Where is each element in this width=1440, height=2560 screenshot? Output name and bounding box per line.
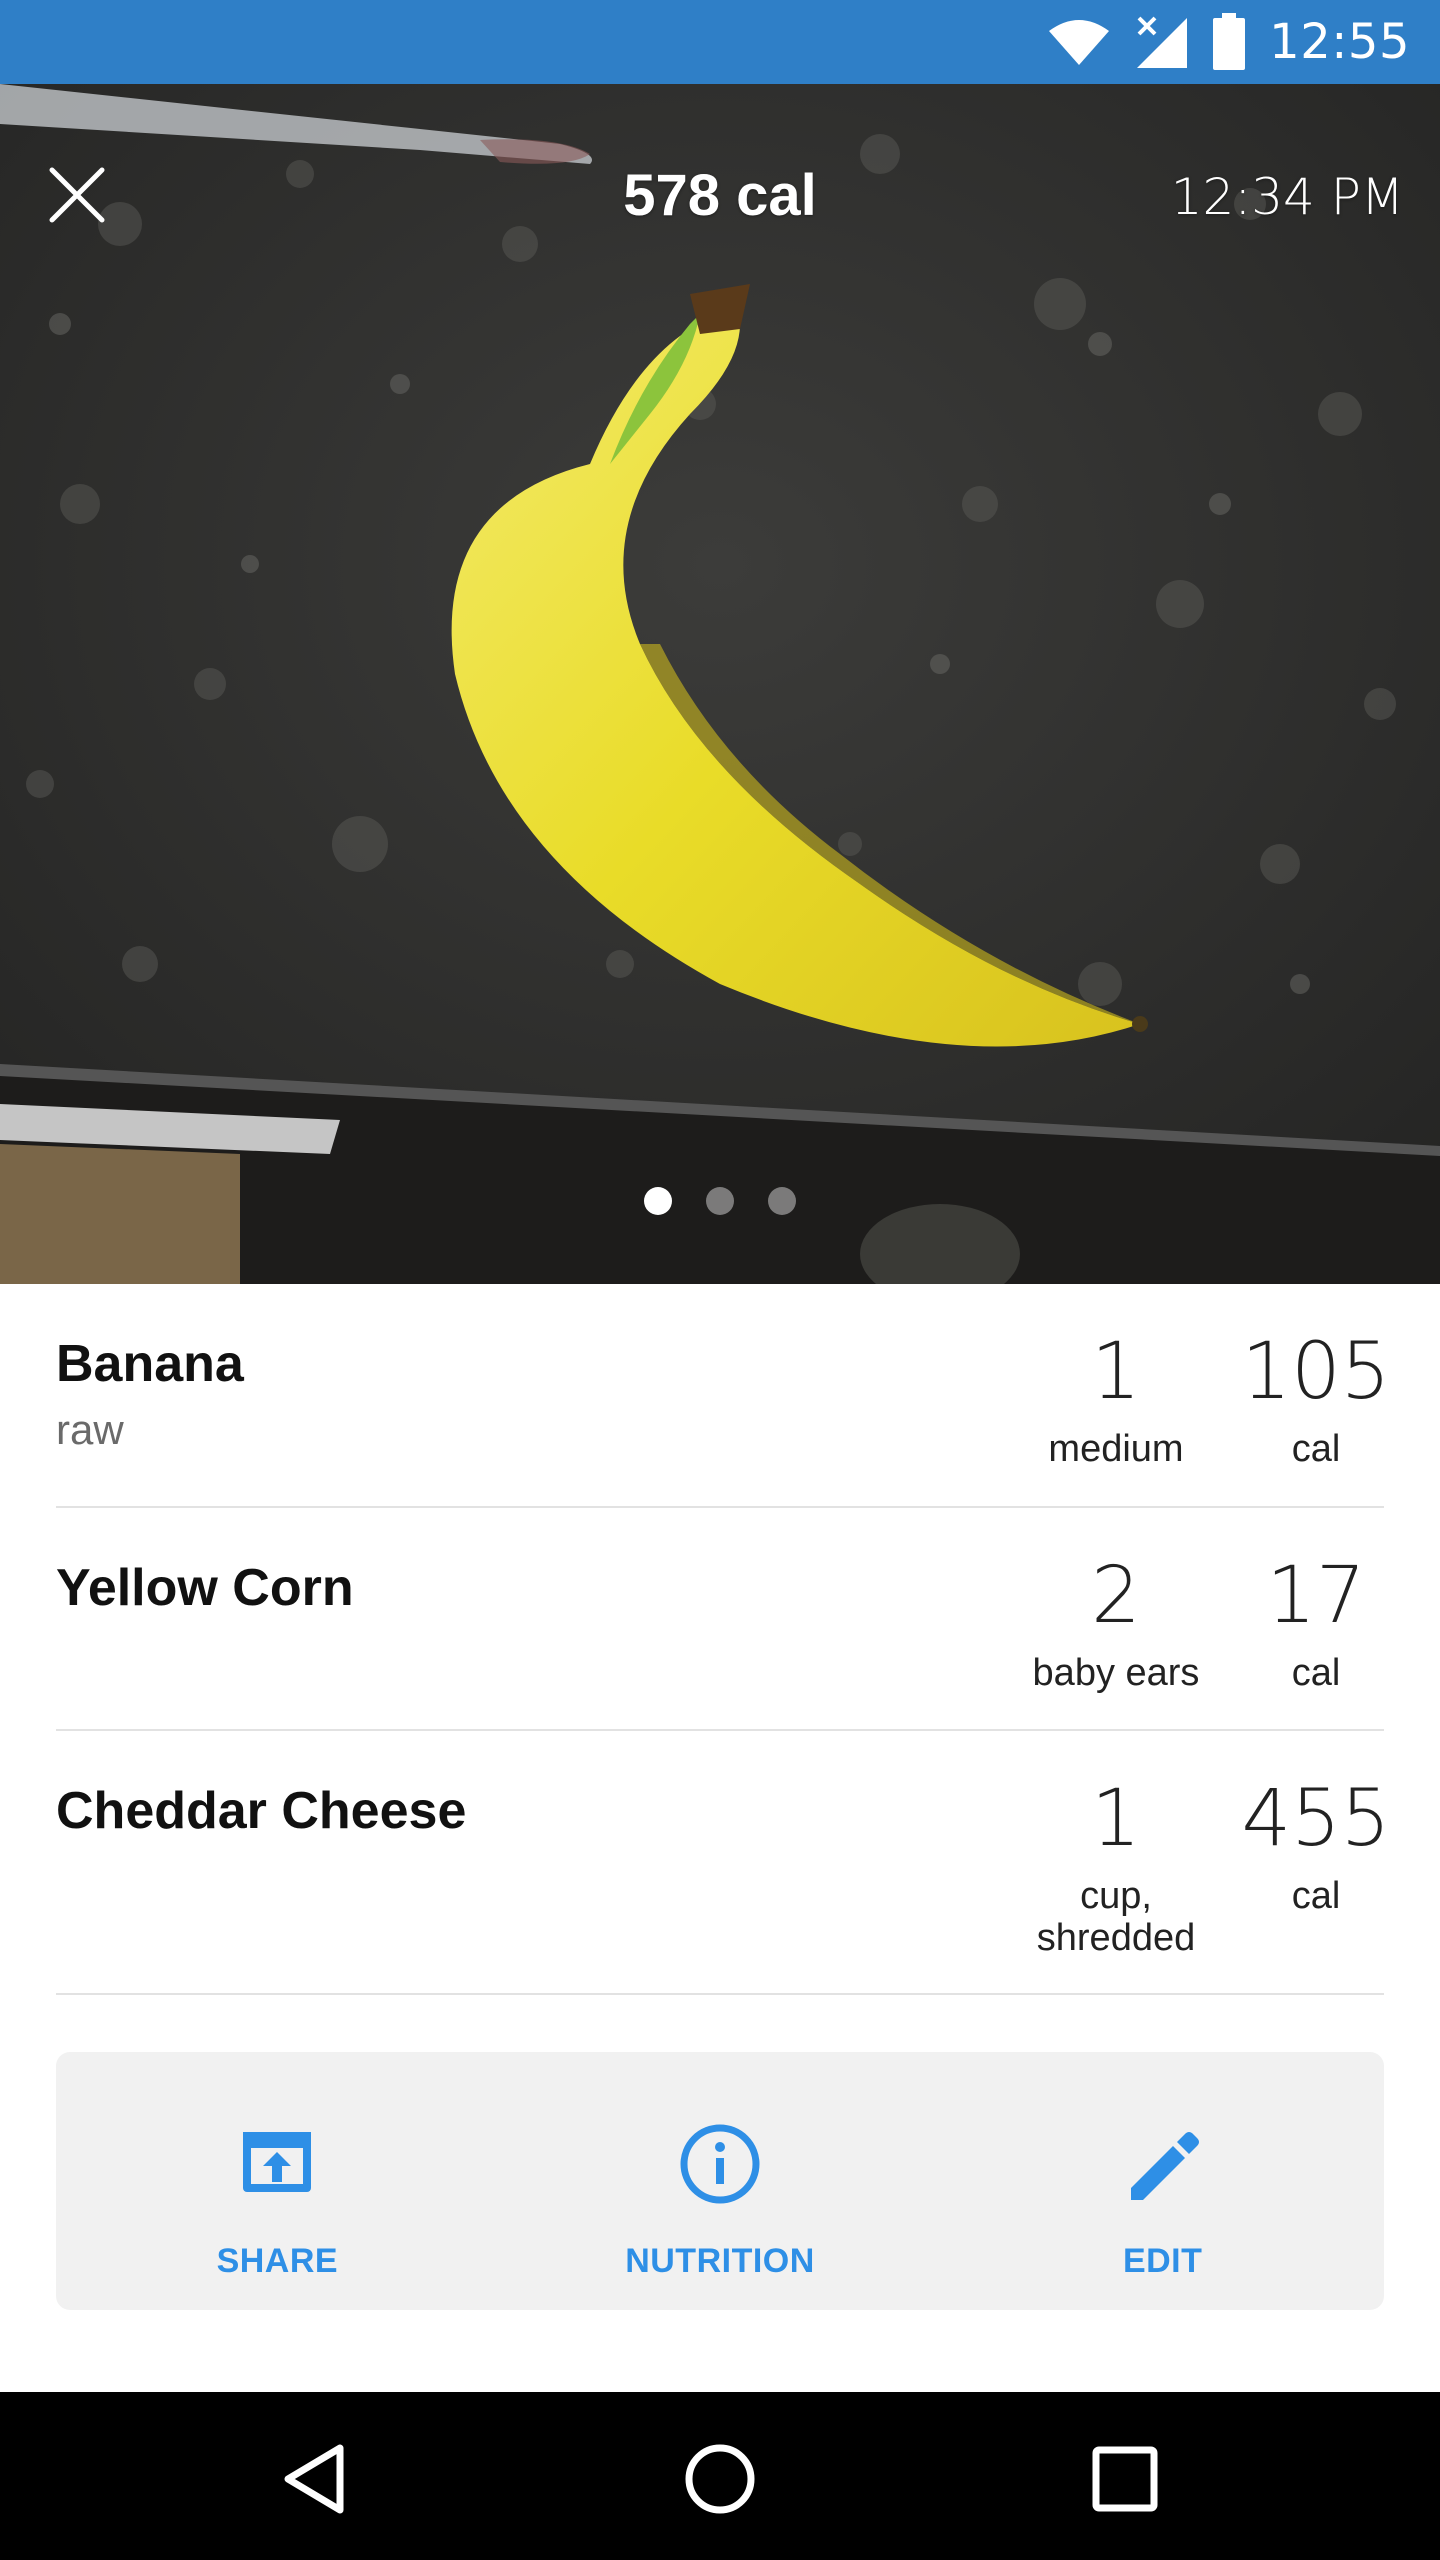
banana-photo-art bbox=[0, 84, 1440, 1284]
info-icon bbox=[680, 2124, 760, 2204]
food-name: Yellow Corn bbox=[56, 1559, 354, 1617]
action-card: SHARE NUTRITION EDIT bbox=[56, 2052, 1384, 2310]
nutrition-button[interactable]: NUTRITION bbox=[499, 2052, 942, 2310]
food-photo[interactable] bbox=[0, 84, 1440, 1284]
share-icon bbox=[243, 2132, 312, 2192]
food-name: Cheddar Cheese bbox=[56, 1782, 467, 1840]
pencil-icon bbox=[1130, 2132, 1199, 2200]
food-list: Banana raw 1 medium 105 cal Yellow Corn … bbox=[56, 1284, 1390, 1995]
calorie-unit: cal bbox=[1291, 1428, 1341, 1470]
calorie-column: 17 cal bbox=[1226, 1548, 1406, 1694]
food-description: raw bbox=[56, 1406, 124, 1453]
edit-label: EDIT bbox=[1122, 2242, 1203, 2280]
recents-icon[interactable] bbox=[1080, 2434, 1170, 2524]
calorie-unit: cal bbox=[1291, 1652, 1341, 1694]
log-time: 12:34 PM bbox=[1170, 168, 1404, 226]
calorie-column: 455 cal bbox=[1226, 1771, 1406, 1917]
status-time: 12:55 bbox=[1269, 14, 1410, 70]
food-row-cheddar-cheese[interactable]: Cheddar Cheese 1 cup, shredded 455 cal bbox=[56, 1731, 1390, 1995]
pager-dot-1[interactable] bbox=[644, 1187, 672, 1215]
battery-icon bbox=[1213, 13, 1246, 70]
calorie-value: 455 bbox=[1241, 1774, 1391, 1864]
calorie-value: 105 bbox=[1241, 1327, 1391, 1417]
edit-button[interactable]: EDIT bbox=[941, 2052, 1384, 2310]
share-button[interactable]: SHARE bbox=[56, 2052, 499, 2310]
cellular-no-signal-icon bbox=[1137, 16, 1188, 68]
calorie-value: 17 bbox=[1266, 1551, 1366, 1641]
pager-dot-3[interactable] bbox=[768, 1187, 796, 1215]
wifi-icon bbox=[1049, 20, 1110, 65]
home-icon[interactable] bbox=[675, 2434, 765, 2524]
food-name: Banana bbox=[56, 1335, 244, 1393]
share-label: SHARE bbox=[216, 2242, 339, 2280]
back-icon[interactable] bbox=[270, 2434, 360, 2524]
photo-pager bbox=[0, 1187, 1440, 1215]
pager-dot-2[interactable] bbox=[706, 1187, 734, 1215]
system-nav-bar bbox=[0, 2392, 1440, 2560]
food-row-banana[interactable]: Banana raw 1 medium 105 cal bbox=[56, 1284, 1390, 1508]
calorie-unit: cal bbox=[1291, 1875, 1341, 1917]
nutrition-label: NUTRITION bbox=[625, 2242, 815, 2280]
status-icons: 12:55 bbox=[1047, 0, 1410, 84]
food-row-yellow-corn[interactable]: Yellow Corn 2 baby ears 17 cal bbox=[56, 1508, 1384, 1731]
quantity-unit-line-2: shredded bbox=[1036, 1917, 1196, 1959]
calorie-column: 105 cal bbox=[1226, 1324, 1406, 1470]
status-bar: 12:55 bbox=[0, 0, 1440, 84]
